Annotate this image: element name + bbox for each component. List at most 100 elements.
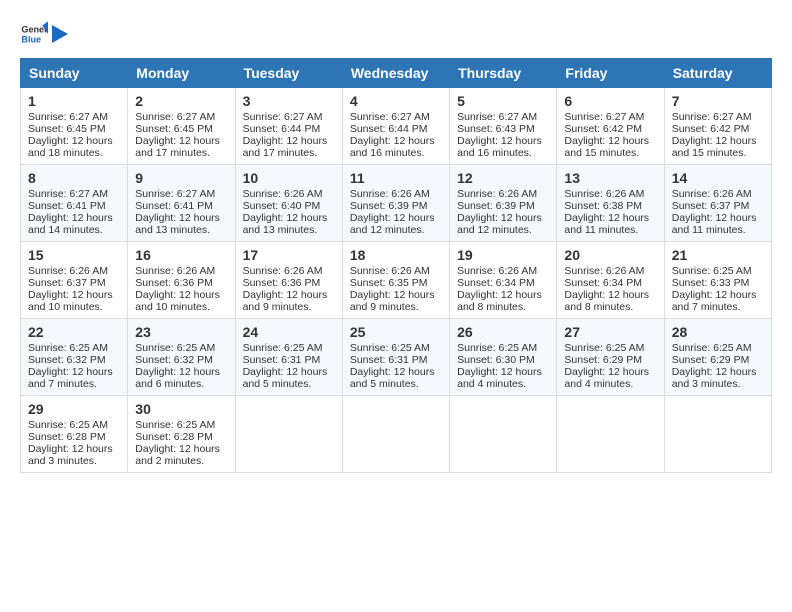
- sunrise-text: Sunrise: 6:25 AM: [28, 419, 108, 431]
- calendar-cell-w5-d5: [450, 396, 557, 473]
- day-number: 10: [243, 170, 335, 186]
- sunset-text: Sunset: 6:45 PM: [135, 123, 213, 135]
- calendar-week-3: 15Sunrise: 6:26 AMSunset: 6:37 PMDayligh…: [21, 242, 772, 319]
- logo: General Blue: [20, 20, 68, 48]
- day-number: 12: [457, 170, 549, 186]
- day-number: 29: [28, 401, 120, 417]
- daylight-text: Daylight: 12 hours and 8 minutes.: [564, 289, 649, 313]
- daylight-text: Daylight: 12 hours and 5 minutes.: [350, 366, 435, 390]
- calendar-cell-w5-d2: 30Sunrise: 6:25 AMSunset: 6:28 PMDayligh…: [128, 396, 235, 473]
- sunrise-text: Sunrise: 6:25 AM: [135, 419, 215, 431]
- sunset-text: Sunset: 6:37 PM: [28, 277, 106, 289]
- day-number: 3: [243, 93, 335, 109]
- calendar-cell-w1-d5: 5Sunrise: 6:27 AMSunset: 6:43 PMDaylight…: [450, 88, 557, 165]
- day-number: 1: [28, 93, 120, 109]
- calendar-week-1: 1Sunrise: 6:27 AMSunset: 6:45 PMDaylight…: [21, 88, 772, 165]
- sunset-text: Sunset: 6:38 PM: [564, 200, 642, 212]
- calendar-cell-w1-d7: 7Sunrise: 6:27 AMSunset: 6:42 PMDaylight…: [664, 88, 771, 165]
- sunrise-text: Sunrise: 6:26 AM: [672, 188, 752, 200]
- calendar-cell-w5-d7: [664, 396, 771, 473]
- sunrise-text: Sunrise: 6:26 AM: [564, 188, 644, 200]
- calendar-week-4: 22Sunrise: 6:25 AMSunset: 6:32 PMDayligh…: [21, 319, 772, 396]
- sunset-text: Sunset: 6:28 PM: [135, 431, 213, 443]
- day-number: 23: [135, 324, 227, 340]
- calendar-table: SundayMondayTuesdayWednesdayThursdayFrid…: [20, 58, 772, 473]
- daylight-text: Daylight: 12 hours and 14 minutes.: [28, 212, 113, 236]
- calendar-cell-w3-d6: 20 Sunrise: 6:26 AMSunset: 6:34 PMDayligh…: [557, 242, 664, 319]
- calendar-cell-w2-d2: 9Sunrise: 6:27 AMSunset: 6:41 PMDaylight…: [128, 165, 235, 242]
- sunrise-text: Sunrise: 6:25 AM: [457, 342, 537, 354]
- sunset-text: Sunset: 6:39 PM: [457, 200, 535, 212]
- day-number: 27: [564, 324, 656, 340]
- day-number: 8: [28, 170, 120, 186]
- sunset-text: Sunset: 6:39 PM: [350, 200, 428, 212]
- daylight-text: Daylight: 12 hours and 16 minutes.: [457, 135, 542, 159]
- sunrise-text: Sunrise: 6:26 AM: [457, 188, 537, 200]
- logo-icon: General Blue: [20, 20, 48, 48]
- sunset-text: Sunset: 6:41 PM: [28, 200, 106, 212]
- logo-arrow-icon: [52, 23, 68, 45]
- daylight-text: Daylight: 12 hours and 11 minutes.: [564, 212, 649, 236]
- daylight-text: Daylight: 12 hours and 8 minutes.: [457, 289, 542, 313]
- daylight-text: Daylight: 12 hours and 11 minutes.: [672, 212, 757, 236]
- calendar-cell-w3-d5: 19Sunrise: 6:26 AMSunset: 6:34 PMDayligh…: [450, 242, 557, 319]
- daylight-text: Daylight: 12 hours and 16 minutes.: [350, 135, 435, 159]
- sunset-text: Sunset: 6:44 PM: [243, 123, 321, 135]
- sunrise-text: Sunrise: 6:25 AM: [135, 342, 215, 354]
- sunrise-text: Sunrise: 6:25 AM: [564, 342, 644, 354]
- calendar-cell-w2-d1: 8Sunrise: 6:27 AMSunset: 6:41 PMDaylight…: [21, 165, 128, 242]
- day-header-tuesday: Tuesday: [235, 59, 342, 88]
- day-number: 9: [135, 170, 227, 186]
- calendar-cell-w5-d6: [557, 396, 664, 473]
- day-number: 20: [564, 247, 656, 263]
- sunset-text: Sunset: 6:31 PM: [243, 354, 321, 366]
- calendar-cell-w4-d5: 26Sunrise: 6:25 AMSunset: 6:30 PMDayligh…: [450, 319, 557, 396]
- sunset-text: Sunset: 6:40 PM: [243, 200, 321, 212]
- sunrise-text: Sunrise: 6:25 AM: [672, 342, 752, 354]
- sunrise-text: Sunrise: 6:25 AM: [350, 342, 430, 354]
- day-number: 26: [457, 324, 549, 340]
- calendar-cell-w2-d4: 11Sunrise: 6:26 AMSunset: 6:39 PMDayligh…: [342, 165, 449, 242]
- calendar-cell-w3-d3: 17Sunrise: 6:26 AMSunset: 6:36 PMDayligh…: [235, 242, 342, 319]
- sunset-text: Sunset: 6:42 PM: [672, 123, 750, 135]
- daylight-text: Daylight: 12 hours and 10 minutes.: [28, 289, 113, 313]
- sunrise-text: Sunrise: 6:27 AM: [135, 188, 215, 200]
- daylight-text: Daylight: 12 hours and 15 minutes.: [672, 135, 757, 159]
- day-number: 24: [243, 324, 335, 340]
- daylight-text: Daylight: 12 hours and 4 minutes.: [564, 366, 649, 390]
- daylight-text: Daylight: 12 hours and 7 minutes.: [672, 289, 757, 313]
- calendar-cell-w2-d6: 13 Sunrise: 6:26 AMSunset: 6:38 PMDayligh…: [557, 165, 664, 242]
- sunrise-text: Sunrise: 6:27 AM: [672, 111, 752, 123]
- sunset-text: Sunset: 6:35 PM: [350, 277, 428, 289]
- daylight-text: Daylight: 12 hours and 18 minutes.: [28, 135, 113, 159]
- sunset-text: Sunset: 6:44 PM: [350, 123, 428, 135]
- day-number: 17: [243, 247, 335, 263]
- sunset-text: Sunset: 6:43 PM: [457, 123, 535, 135]
- calendar-cell-w2-d5: 12Sunrise: 6:26 AMSunset: 6:39 PMDayligh…: [450, 165, 557, 242]
- day-number: 21: [672, 247, 764, 263]
- day-number: 14: [672, 170, 764, 186]
- sunrise-text: Sunrise: 6:26 AM: [135, 265, 215, 277]
- sunrise-text: Sunrise: 6:26 AM: [28, 265, 108, 277]
- day-number: 19: [457, 247, 549, 263]
- sunrise-text: Sunrise: 6:26 AM: [350, 265, 430, 277]
- sunset-text: Sunset: 6:36 PM: [243, 277, 321, 289]
- sunrise-text: Sunrise: 6:26 AM: [564, 265, 644, 277]
- calendar-cell-w5-d1: 29Sunrise: 6:25 AMSunset: 6:28 PMDayligh…: [21, 396, 128, 473]
- daylight-text: Daylight: 12 hours and 9 minutes.: [243, 289, 328, 313]
- calendar-cell-w3-d7: 21Sunrise: 6:25 AMSunset: 6:33 PMDayligh…: [664, 242, 771, 319]
- sunset-text: Sunset: 6:34 PM: [564, 277, 642, 289]
- day-number: 13: [564, 170, 656, 186]
- sunset-text: Sunset: 6:29 PM: [564, 354, 642, 366]
- daylight-text: Daylight: 12 hours and 2 minutes.: [135, 443, 220, 467]
- sunset-text: Sunset: 6:45 PM: [28, 123, 106, 135]
- day-number: 6: [564, 93, 656, 109]
- sunset-text: Sunset: 6:32 PM: [28, 354, 106, 366]
- day-header-friday: Friday: [557, 59, 664, 88]
- calendar-cell-w2-d3: 10Sunrise: 6:26 AMSunset: 6:40 PMDayligh…: [235, 165, 342, 242]
- daylight-text: Daylight: 12 hours and 5 minutes.: [243, 366, 328, 390]
- calendar-cell-w3-d2: 16Sunrise: 6:26 AMSunset: 6:36 PMDayligh…: [128, 242, 235, 319]
- sunset-text: Sunset: 6:34 PM: [457, 277, 535, 289]
- day-header-wednesday: Wednesday: [342, 59, 449, 88]
- calendar-cell-w1-d2: 2Sunrise: 6:27 AMSunset: 6:45 PMDaylight…: [128, 88, 235, 165]
